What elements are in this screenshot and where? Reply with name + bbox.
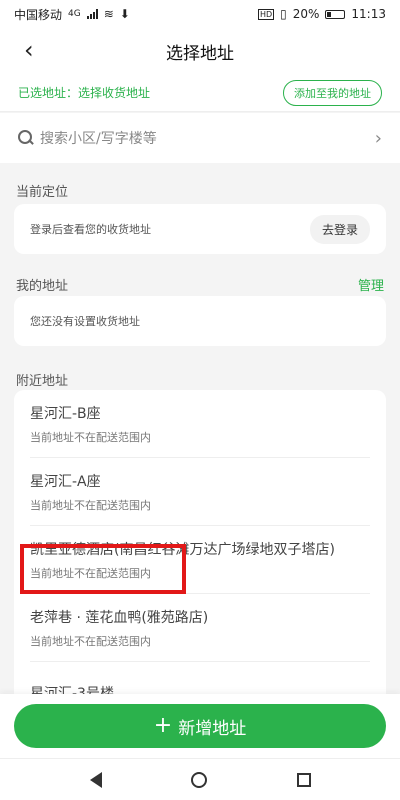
battery-icon (325, 9, 346, 19)
search-icon (18, 130, 34, 146)
download-icon: ⬇ (119, 7, 130, 21)
signal-icon (86, 9, 98, 19)
login-prompt-text: 登录后查看您的收货地址 (30, 223, 151, 236)
list-item[interactable]: 星河汇-B座 当前地址不在配送范围内 (30, 390, 370, 458)
chevron-left-icon[interactable]: ‹ (24, 36, 34, 64)
recents-square-icon[interactable] (296, 772, 311, 787)
status-bar-left: 中国移动 4G ≋ ⬇ (14, 6, 130, 23)
add-address-button[interactable]: + 新增地址 (14, 704, 386, 748)
address-status: 当前地址不在配送范围内 (30, 430, 151, 444)
login-button[interactable]: 去登录 (309, 214, 370, 244)
vibrate-icon: ▯ (280, 7, 287, 21)
clock: 11:13 (351, 7, 386, 21)
system-nav-bar (0, 758, 400, 800)
current-location-label: 当前定位 (16, 185, 69, 200)
hd-icon: HD (257, 8, 275, 20)
nav-header: ‹ 选择地址 (0, 28, 400, 74)
status-bar: 中国移动 4G ≋ ⬇ HD ▯ 20% 11:13 (0, 0, 400, 28)
network-label: 4G (68, 9, 81, 19)
battery-fill (327, 11, 331, 17)
add-address-label: 新增地址 (178, 718, 247, 739)
my-address-label: 我的地址 (16, 279, 69, 294)
page-title: 选择地址 (166, 43, 234, 64)
list-item[interactable]: 老萍巷 · 莲花血鸭(雅苑路店) 当前地址不在配送范围内 (30, 594, 370, 662)
status-bar-right: HD ▯ 20% 11:13 (257, 7, 386, 21)
back-triangle-icon[interactable] (89, 771, 102, 788)
selected-address-text: 已选地址：选择收货地址 (18, 86, 151, 100)
current-location-card: 登录后查看您的收货地址 去登录 (14, 204, 386, 254)
address-name: 星河汇-B座 (30, 405, 101, 422)
address-name: 老萍巷 · 莲花血鸭(雅苑路店) (30, 609, 209, 626)
highlight-annotation (20, 544, 186, 594)
my-address-card: 您还没有设置收货地址 (14, 296, 386, 346)
add-to-my-address-button[interactable]: 添加至我的地址 (283, 79, 382, 106)
selected-address-bar: 已选地址：选择收货地址 添加至我的地址 (0, 74, 400, 112)
address-status: 当前地址不在配送范围内 (30, 498, 151, 512)
search-input[interactable]: 搜索小区/写字楼等 (40, 128, 375, 148)
nearby-label: 附近地址 (16, 374, 69, 389)
wifi-icon: ≋ (103, 7, 114, 21)
manage-button[interactable]: 管理 (358, 275, 384, 294)
empty-address-text: 您还没有设置收货地址 (30, 315, 140, 328)
chevron-right-icon[interactable]: › (375, 128, 382, 149)
bottom-bar: + 新增地址 (0, 694, 400, 758)
address-name: 星河汇-A座 (30, 473, 101, 490)
search-row[interactable]: 搜索小区/写字楼等 › (0, 113, 400, 163)
address-status: 当前地址不在配送范围内 (30, 634, 151, 648)
plus-icon: + (153, 713, 173, 738)
home-circle-icon[interactable] (191, 771, 207, 788)
battery-percent: 20% (292, 7, 320, 21)
list-item[interactable]: 星河汇-A座 当前地址不在配送范围内 (30, 458, 370, 526)
carrier-label: 中国移动 (14, 7, 63, 22)
